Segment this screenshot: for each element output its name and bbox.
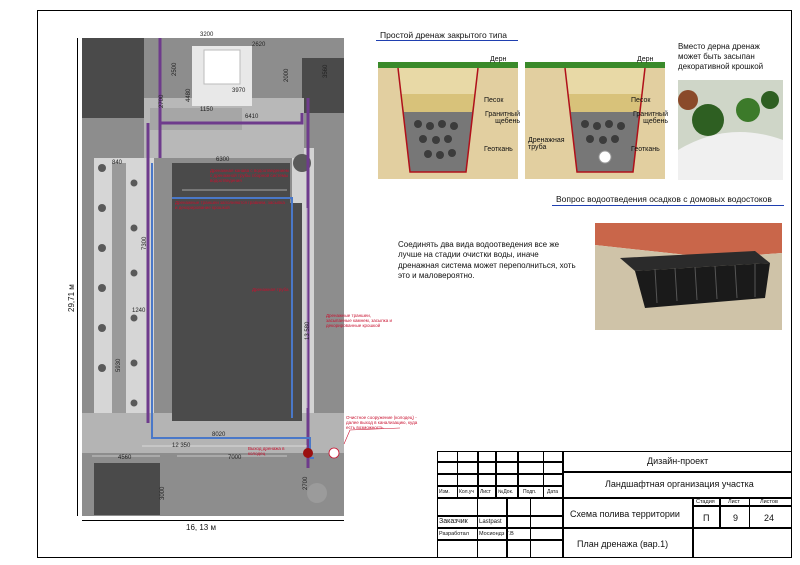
well bbox=[303, 448, 313, 458]
subject-label: Ландшафтная организация участка bbox=[605, 479, 754, 489]
dim-8020: 8020 bbox=[212, 432, 226, 438]
dim-2700b: 2700 bbox=[303, 476, 309, 490]
customer-label: Заказчик bbox=[439, 518, 468, 525]
outbuilding bbox=[94, 463, 160, 515]
title-block: Дизайн-проект Ландшафтная организация уч… bbox=[437, 451, 792, 558]
right-label-dern: Дерн bbox=[637, 56, 654, 63]
height-dimension-line bbox=[77, 38, 78, 516]
dim-2500: 2500 bbox=[172, 62, 178, 76]
garden-photo bbox=[678, 80, 783, 180]
hdr-list: Лист bbox=[480, 489, 491, 495]
note-well-outlet: Выход дренажа в колодец bbox=[248, 446, 285, 457]
house bbox=[172, 203, 302, 421]
developer-value: Мосиондз Т.В bbox=[479, 531, 514, 537]
dim-6410: 6410 bbox=[245, 114, 259, 120]
sheet-header: Лист bbox=[728, 499, 740, 505]
drain-title-underline bbox=[376, 40, 518, 41]
developer-label: Разработал bbox=[439, 531, 469, 537]
hdr-izm: Изм. bbox=[439, 489, 450, 495]
total-width: 16, 13 м bbox=[186, 523, 216, 532]
hdr-podp: Подп. bbox=[523, 489, 537, 495]
hdr-kol: Кол.уч bbox=[459, 489, 474, 495]
dim-7300: 7300 bbox=[142, 236, 148, 250]
connection-paragraph: Соединять два вида водоотведения все же … bbox=[398, 240, 576, 281]
dim-5930: 5930 bbox=[116, 358, 122, 372]
dim-3970: 3970 bbox=[232, 88, 246, 94]
dim-1240: 1240 bbox=[132, 308, 146, 314]
dim-6300: 6300 bbox=[216, 157, 230, 163]
total-height: 29,71 м bbox=[67, 284, 76, 312]
dim-3560: 3560 bbox=[323, 64, 329, 78]
sheets-header: Листов bbox=[760, 499, 778, 505]
right-label-truba: Дренажная труба bbox=[528, 137, 565, 151]
left-label-granit: Гранитный щебень bbox=[485, 111, 520, 125]
dim-12350: 12 350 bbox=[172, 443, 191, 449]
dim-2700: 2700 bbox=[159, 94, 165, 108]
left-label-geotkan: Геоткань bbox=[484, 146, 513, 153]
note-stone-trenches: Дренажные траншеи, засыпанные камнем, за… bbox=[326, 313, 393, 329]
neighbor-building-nw bbox=[82, 38, 144, 118]
roof-title-underline bbox=[552, 205, 784, 206]
project-label: Дизайн-проект bbox=[647, 456, 709, 466]
dim-4480: 4480 bbox=[186, 88, 192, 102]
sheets-value: 24 bbox=[764, 513, 775, 523]
note-drain-channel: Дренажная канава с водоотведением с дрен… bbox=[210, 168, 289, 184]
note-drain-pipe: Дренажная труба bbox=[252, 287, 289, 292]
note-leader-lines bbox=[343, 427, 401, 445]
sheet-value: 9 bbox=[733, 513, 739, 523]
dim-7000: 7000 bbox=[228, 455, 242, 461]
right-label-geotkan: Геоткань bbox=[631, 146, 660, 153]
roof-section-title: Вопрос водоотведения осадков с домовых в… bbox=[556, 194, 772, 204]
dim-3000: 3000 bbox=[160, 486, 166, 500]
decorative-crumb-note: Вместо дерна дренаж может быть засыпан д… bbox=[678, 42, 764, 71]
width-dimension-line bbox=[82, 520, 344, 521]
right-label-pesok: Песок bbox=[631, 97, 651, 104]
left-label-pesok: Песок bbox=[484, 97, 504, 104]
right-label-granit: Гранитный щебень bbox=[633, 111, 668, 125]
dim-1150: 1150 bbox=[200, 107, 213, 113]
left-label-dern: Дерн bbox=[490, 56, 507, 63]
sheet-name: План дренажа (вар.1) bbox=[577, 539, 669, 549]
dim-13580: 13 580 bbox=[305, 321, 311, 340]
drain-section-title: Простой дренаж закрытого типа bbox=[380, 30, 508, 40]
dim-2620: 2620 bbox=[252, 42, 266, 48]
stage-value: П bbox=[703, 513, 710, 523]
stage-header: Стадия bbox=[696, 499, 715, 505]
scheme-label: Схема полива территории bbox=[570, 509, 680, 519]
dim-4560: 4560 bbox=[118, 455, 132, 461]
customer-value: Lastpast bbox=[479, 519, 502, 525]
dim-840: 840 bbox=[112, 160, 123, 166]
hdr-data: Дата bbox=[547, 489, 559, 495]
dim-2000: 2000 bbox=[284, 68, 290, 82]
site-plan bbox=[82, 38, 344, 516]
dim-3200: 3200 bbox=[200, 32, 214, 38]
channel-drain-photo bbox=[595, 223, 782, 330]
note-gravel-trenches: Дренажные траншеи заполняются гравием, з… bbox=[175, 200, 285, 211]
hdr-ndok: №Док. bbox=[498, 489, 514, 495]
site-plan-drawing bbox=[82, 38, 344, 516]
